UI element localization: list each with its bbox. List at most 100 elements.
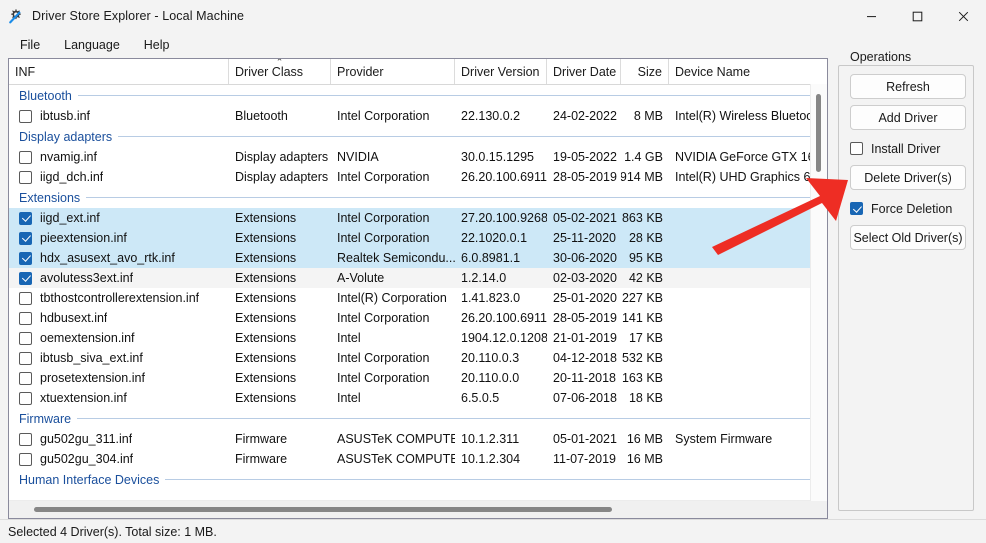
select-old-drivers-button[interactable]: Select Old Driver(s) — [850, 225, 966, 250]
group-header-rule — [77, 418, 819, 419]
cell-inf: nvamig.inf — [9, 150, 229, 164]
row-checkbox[interactable] — [19, 452, 32, 466]
cell-provider: Realtek Semicondu... — [331, 251, 455, 265]
cell-text: 863 KB — [621, 211, 663, 225]
delete-drivers-button[interactable]: Delete Driver(s) — [850, 165, 966, 190]
cell-inf: iigd_dch.inf — [9, 170, 229, 184]
cell-provider: NVIDIA — [331, 150, 455, 164]
column-header-provider[interactable]: Provider — [331, 59, 455, 84]
row-checkbox[interactable] — [19, 331, 32, 345]
row-checkbox[interactable] — [19, 109, 32, 123]
minimize-button[interactable] — [848, 0, 894, 32]
group-header-rule — [165, 479, 819, 480]
cell-text: 19-05-2022 — [553, 150, 617, 164]
vertical-scrollbar[interactable] — [810, 84, 827, 501]
table-row[interactable]: gu502gu_304.inf Firmware ASUSTeK COMPUTE..… — [9, 449, 827, 469]
cell-size: 8 MB — [621, 109, 669, 123]
maximize-button[interactable] — [894, 0, 940, 32]
row-checkbox[interactable] — [19, 150, 32, 164]
menu-item-file[interactable]: File — [8, 34, 52, 56]
row-checkbox[interactable] — [19, 391, 32, 405]
driver-list-view[interactable]: INF Driver Class ⌃ Provider Driver Version Dr… — [8, 58, 828, 519]
column-header-device-name[interactable]: Device Name — [669, 59, 827, 84]
force-deletion-checkbox[interactable] — [850, 202, 863, 215]
cell-provider: Intel Corporation — [331, 211, 455, 225]
column-header-size[interactable]: Size — [621, 59, 669, 84]
cell-driver-class: Firmware — [229, 432, 331, 446]
column-header-driver-class[interactable]: Driver Class ⌃ — [229, 59, 331, 84]
cell-text: 26.20.100.6911 — [461, 311, 547, 325]
cell-text: 6.0.8981.1 — [461, 251, 521, 265]
table-row[interactable]: pieextension.inf Extensions Intel Corporat… — [9, 228, 827, 248]
menu-item-help[interactable]: Help — [132, 34, 182, 56]
cell-driver-class: Extensions — [229, 331, 331, 345]
table-row[interactable]: hdx_asusext_avo_rtk.inf Extensions Realtek… — [9, 248, 827, 268]
column-header-inf[interactable]: INF — [9, 59, 229, 84]
cell-text: Intel — [337, 331, 361, 345]
group-header[interactable]: Bluetooth — [9, 85, 827, 106]
table-row[interactable]: hdbusext.inf Extensions Intel Corporation 2… — [9, 308, 827, 328]
table-row[interactable]: iigd_ext.inf Extensions Intel Corporation 2… — [9, 208, 827, 228]
cell-text: tbthostcontrollerextension.inf — [40, 291, 200, 305]
row-checkbox[interactable] — [19, 291, 32, 305]
cell-date: 25-11-2020 — [547, 231, 621, 245]
cell-text: iigd_ext.inf — [40, 211, 100, 225]
cell-provider: Intel Corporation — [331, 351, 455, 365]
group-header[interactable]: Extensions — [9, 187, 827, 208]
cell-text: Realtek Semicondu... — [337, 251, 455, 265]
row-checkbox[interactable] — [19, 371, 32, 385]
cell-text: prosetextension.inf — [40, 371, 145, 385]
row-checkbox[interactable] — [19, 271, 32, 285]
row-checkbox[interactable] — [19, 432, 32, 446]
column-header-driver-version[interactable]: Driver Version — [455, 59, 547, 84]
cell-size: 18 KB — [621, 391, 669, 405]
cell-text: 27.20.100.9268 — [461, 211, 547, 225]
cell-text: A-Volute — [337, 271, 385, 285]
cell-inf: iigd_ext.inf — [9, 211, 229, 225]
cell-text: 20.110.0.0 — [461, 371, 520, 385]
table-row[interactable]: avolutess3ext.inf Extensions A-Volute 1.2.1… — [9, 268, 827, 288]
refresh-button[interactable]: Refresh — [850, 74, 966, 99]
table-row[interactable]: xtuextension.inf Extensions Intel 6.5.0.5 07… — [9, 388, 827, 408]
cell-text: hdx_asusext_avo_rtk.inf — [40, 251, 175, 265]
force-deletion-checkbox-row[interactable]: Force Deletion — [850, 196, 966, 221]
menu-item-language[interactable]: Language — [52, 34, 132, 56]
table-row[interactable]: ibtusb.inf Bluetooth Intel Corporation 22.1… — [9, 106, 827, 126]
group-header[interactable]: Display adapters — [9, 126, 827, 147]
row-checkbox[interactable] — [19, 231, 32, 245]
group-header[interactable]: Human Interface Devices — [9, 469, 827, 490]
table-row[interactable]: prosetextension.inf Extensions Intel Corpo… — [9, 368, 827, 388]
table-row[interactable]: nvamig.inf Display adapters NVIDIA 30.0.15.… — [9, 147, 827, 167]
table-row[interactable]: iigd_dch.inf Display adapters Intel Corpor… — [9, 167, 827, 187]
cell-text: 914 MB — [621, 170, 663, 184]
list-body[interactable]: Bluetooth ibtusb.inf Bluetooth Intel Corpor… — [9, 85, 827, 518]
cell-text: 21-01-2019 — [553, 331, 617, 345]
column-header-label: Provider — [337, 64, 384, 79]
cell-text: 1.2.14.0 — [461, 271, 507, 285]
cell-inf: hdbusext.inf — [9, 311, 229, 325]
row-checkbox[interactable] — [19, 311, 32, 325]
table-row[interactable]: oemextension.inf Extensions Intel 1904.12.0… — [9, 328, 827, 348]
vertical-scrollbar-thumb[interactable] — [816, 94, 821, 172]
row-checkbox[interactable] — [19, 251, 32, 265]
cell-text: 1.4 GB — [624, 150, 663, 164]
column-header-driver-date[interactable]: Driver Date — [547, 59, 621, 84]
cell-date: 19-05-2022 — [547, 150, 621, 164]
cell-provider: Intel — [331, 331, 455, 345]
table-row[interactable]: tbthostcontrollerextension.inf Extensions… — [9, 288, 827, 308]
cell-inf: xtuextension.inf — [9, 391, 229, 405]
horizontal-scrollbar-thumb[interactable] — [34, 507, 612, 512]
row-checkbox[interactable] — [19, 170, 32, 184]
group-header[interactable]: Firmware — [9, 408, 827, 429]
table-row[interactable]: gu502gu_311.inf Firmware ASUSTeK COMPUTE..… — [9, 429, 827, 449]
close-button[interactable] — [940, 0, 986, 32]
cell-text: ibtusb.inf — [40, 109, 91, 123]
row-checkbox[interactable] — [19, 351, 32, 365]
add-driver-button[interactable]: Add Driver — [850, 105, 966, 130]
table-row[interactable]: ibtusb_siva_ext.inf Extensions Intel Corpo… — [9, 348, 827, 368]
install-driver-checkbox[interactable] — [850, 142, 863, 155]
horizontal-scrollbar[interactable] — [9, 500, 811, 518]
group-header-label: Extensions — [19, 190, 81, 205]
row-checkbox[interactable] — [19, 211, 32, 225]
install-driver-checkbox-row[interactable]: Install Driver — [850, 136, 966, 161]
